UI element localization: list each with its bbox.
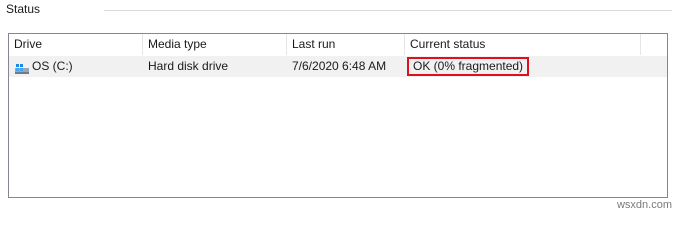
last-run-cell: 7/6/2020 6:48 AM <box>292 59 387 73</box>
drive-row[interactable]: OS (C:) Hard disk drive 7/6/2020 6:48 AM… <box>9 56 667 77</box>
optimize-drives-status-panel: Status Drive Media type Last run Current… <box>0 0 680 213</box>
column-header-media-type[interactable]: Media type <box>143 34 287 55</box>
status-group-divider <box>104 10 672 11</box>
windows-drive-icon <box>14 61 30 74</box>
current-status-highlight: OK (0% fragmented) <box>407 57 530 76</box>
list-header: Drive Media type Last run Current status <box>9 34 667 55</box>
drive-cell: OS (C:) <box>9 56 143 77</box>
column-header-drive[interactable]: Drive <box>9 34 143 55</box>
status-group-title: Status <box>6 2 47 16</box>
current-status-cell: OK (0% fragmented) <box>405 56 641 77</box>
watermark-text: wsxdn.com <box>616 199 672 211</box>
column-header-last-run[interactable]: Last run <box>287 34 405 55</box>
drive-name: OS (C:) <box>32 59 73 73</box>
media-type-cell: Hard disk drive <box>148 59 229 73</box>
drives-list-view[interactable]: Drive Media type Last run Current status <box>8 33 668 198</box>
column-header-current-status[interactable]: Current status <box>405 34 641 55</box>
